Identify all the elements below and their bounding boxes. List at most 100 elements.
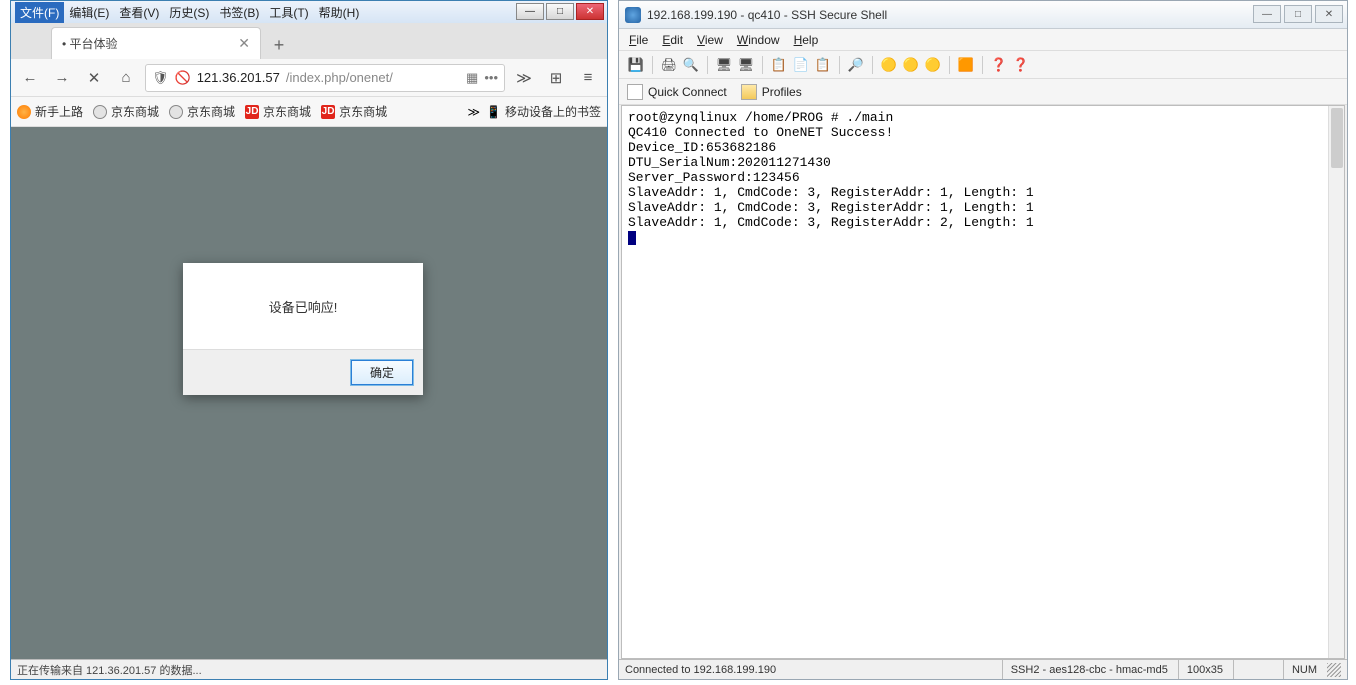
overflow-icon[interactable]: ≫	[511, 65, 537, 91]
menu-help[interactable]: 帮助(H)	[314, 2, 365, 23]
separator	[762, 56, 763, 74]
url-host: 121.36.201.57	[197, 70, 280, 85]
menu-view[interactable]: 查看(V)	[114, 2, 164, 23]
profiles-button[interactable]: Profiles	[741, 84, 802, 100]
toolbar-icon-8[interactable]: 📋	[770, 56, 788, 74]
menu-help[interactable]: Help	[794, 33, 819, 47]
menu-edit[interactable]: Edit	[662, 33, 683, 47]
jd-icon: JD	[245, 105, 259, 119]
status-size: 100x35	[1178, 660, 1223, 679]
extensions-icon[interactable]: ⊞	[543, 65, 569, 91]
toolbar-icon-14[interactable]: 🟡	[880, 56, 898, 74]
toolbar-icon-5[interactable]: 🖥	[715, 56, 733, 74]
resize-grip-icon[interactable]	[1327, 663, 1341, 677]
dots-icon[interactable]: •••	[484, 70, 498, 86]
status-encryption: SSH2 - aes128-cbc - hmac-md5	[1002, 660, 1168, 679]
toolbar-icon-2[interactable]: 🖨	[660, 56, 678, 74]
toolbar-icon-9[interactable]: 📄	[792, 56, 810, 74]
toolbar-icon-16[interactable]: 🟡	[924, 56, 942, 74]
close-button[interactable]: ✕	[1315, 5, 1343, 23]
bookmark-jd-4[interactable]: JD京东商城	[321, 103, 387, 120]
bookmark-label: 移动设备上的书签	[505, 103, 601, 120]
maximize-button[interactable]: □	[1284, 5, 1312, 23]
menu-file[interactable]: File	[629, 33, 648, 47]
mobile-bookmarks[interactable]: 📱 移动设备上的书签	[486, 103, 601, 120]
grid-icon[interactable]: ▦	[466, 70, 478, 86]
status-text: 正在传输来自 121.36.201.57 的数据...	[17, 662, 202, 678]
scrollbar-thumb[interactable]	[1331, 108, 1343, 168]
bookmark-jd-1[interactable]: 京东商城	[93, 103, 159, 120]
menu-edit[interactable]: 编辑(E)	[64, 2, 114, 23]
url-bar[interactable]: 🛡 🚫 121.36.201.57/index.php/onenet/ ▦ ••…	[145, 64, 505, 92]
close-button[interactable]: ✕	[576, 3, 604, 20]
maximize-button[interactable]: □	[546, 3, 574, 20]
folder-icon	[741, 84, 757, 100]
firefox-window: 文件(F) 编辑(E) 查看(V) 历史(S) 书签(B) 工具(T) 帮助(H…	[10, 0, 608, 680]
separator	[839, 56, 840, 74]
minimize-button[interactable]: —	[516, 3, 544, 20]
separator	[949, 56, 950, 74]
alert-buttons: 确定	[183, 349, 423, 395]
tab-platform[interactable]: • 平台体验 ✕	[51, 27, 261, 59]
toolbar-icon-12[interactable]: 🔎	[847, 56, 865, 74]
mobile-icon: 📱	[486, 105, 501, 119]
menu-bookmarks[interactable]: 书签(B)	[214, 2, 264, 23]
new-tab-button[interactable]: +	[265, 31, 293, 59]
shield-icon[interactable]: 🛡	[152, 70, 169, 86]
ssh-statusbar: Connected to 192.168.199.190 SSH2 - aes1…	[619, 659, 1347, 679]
tab-close-icon[interactable]: ✕	[238, 35, 250, 52]
toolbar-icon-15[interactable]: 🟡	[902, 56, 920, 74]
bookmark-label: 新手上路	[35, 103, 83, 120]
toolbar-icon-21[interactable]: ❓	[1012, 56, 1030, 74]
bookmark-label: 京东商城	[111, 103, 159, 120]
firefox-statusbar: 正在传输来自 121.36.201.57 的数据...	[11, 659, 607, 679]
terminal-output: root@zynqlinux /home/PROG # ./main QC410…	[622, 106, 1344, 249]
bookmark-label: 京东商城	[187, 103, 235, 120]
separator	[872, 56, 873, 74]
bookmarks-overflow-icon[interactable]: ≫	[467, 105, 480, 119]
toolbar-icon-10[interactable]: 📋	[814, 56, 832, 74]
window-title: 192.168.199.190 - qc410 - SSH Secure She…	[647, 8, 887, 22]
bookmark-jd-3[interactable]: JD京东商城	[245, 103, 311, 120]
quick-connect-button[interactable]: Quick Connect	[627, 84, 727, 100]
terminal[interactable]: root@zynqlinux /home/PROG # ./main QC410…	[621, 105, 1345, 659]
firefox-icon	[17, 105, 31, 119]
bookmarks-toolbar: 新手上路 京东商城 京东商城 JD京东商城 JD京东商城 ≫ 📱 移动设备上的书签	[11, 97, 607, 127]
toolbar-icon-0[interactable]: 💾	[627, 56, 645, 74]
ssh-window: 192.168.199.190 - qc410 - SSH Secure She…	[618, 0, 1348, 680]
toolbar-icon-18[interactable]: 🟧	[957, 56, 975, 74]
stop-button[interactable]: ✕	[81, 65, 107, 91]
home-button[interactable]: ⌂	[113, 65, 139, 91]
ssh-window-buttons: — □ ✕	[1253, 5, 1343, 23]
lock-icon[interactable]: 🚫	[175, 70, 191, 86]
back-button[interactable]: ←	[17, 65, 43, 91]
toolbar-icon-3[interactable]: 🔍	[682, 56, 700, 74]
toolbar-icon-6[interactable]: 🖥	[737, 56, 755, 74]
bookmark-getting-started[interactable]: 新手上路	[17, 103, 83, 120]
ok-button[interactable]: 确定	[351, 360, 413, 385]
status-blank	[1233, 660, 1273, 679]
menu-window[interactable]: Window	[737, 33, 780, 47]
scrollbar[interactable]	[1328, 106, 1344, 658]
globe-icon	[93, 105, 107, 119]
separator	[707, 56, 708, 74]
jd-icon: JD	[321, 105, 335, 119]
hamburger-icon[interactable]: ≡	[575, 65, 601, 91]
ssh-titlebar: 192.168.199.190 - qc410 - SSH Secure She…	[619, 1, 1347, 29]
globe-icon	[169, 105, 183, 119]
status-connection: Connected to 192.168.199.190	[625, 660, 992, 679]
firefox-menubar: 文件(F) 编辑(E) 查看(V) 历史(S) 书签(B) 工具(T) 帮助(H…	[11, 1, 607, 23]
bookmark-jd-2[interactable]: 京东商城	[169, 103, 235, 120]
forward-button[interactable]: →	[49, 65, 75, 91]
menu-history[interactable]: 历史(S)	[164, 2, 214, 23]
alert-dialog: 设备已响应! 确定	[183, 263, 423, 395]
tab-title: • 平台体验	[62, 35, 118, 52]
menu-file[interactable]: 文件(F)	[15, 2, 64, 23]
status-numlock: NUM	[1283, 660, 1317, 679]
alert-message: 设备已响应!	[183, 263, 423, 349]
menu-view[interactable]: View	[697, 33, 723, 47]
minimize-button[interactable]: —	[1253, 5, 1281, 23]
ssh-toolbar: 💾🖨🔍🖥🖥📋📄📋🔎🟡🟡🟡🟧❓❓	[619, 51, 1347, 79]
menu-tools[interactable]: 工具(T)	[264, 2, 313, 23]
toolbar-icon-20[interactable]: ❓	[990, 56, 1008, 74]
